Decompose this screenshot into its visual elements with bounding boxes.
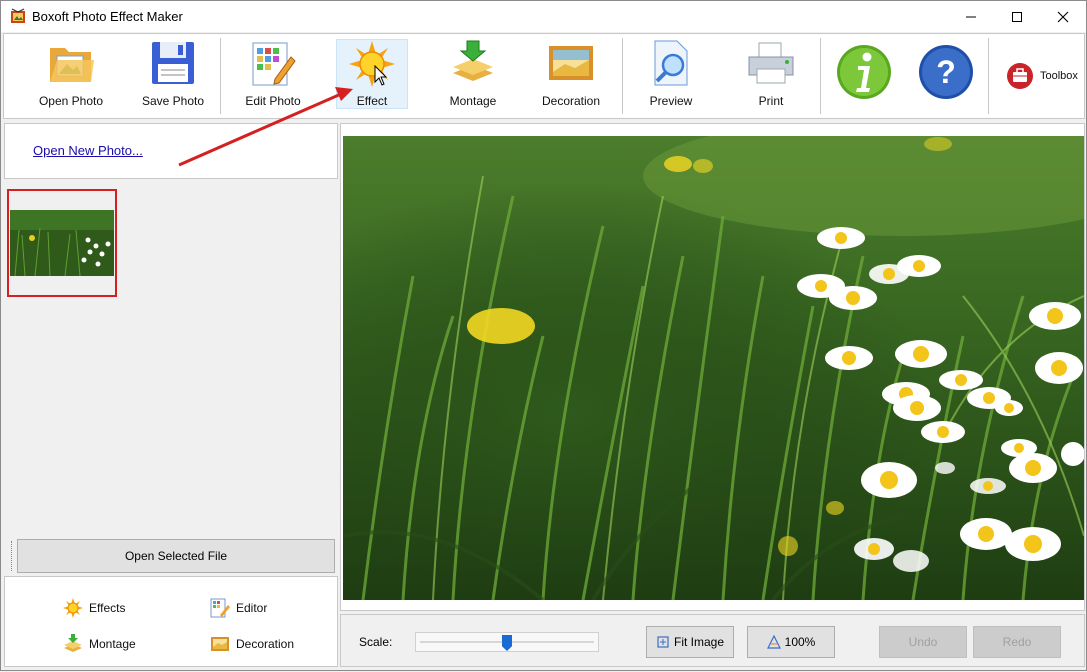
edit-photo-button[interactable]: Edit Photo: [236, 38, 310, 110]
thumbnail-list: [4, 181, 338, 536]
fit-image-label: Fit Image: [673, 635, 724, 649]
montage-label: Montage: [449, 94, 497, 108]
decoration-shortcut-label: Decoration: [236, 637, 295, 651]
close-icon: [1057, 11, 1069, 22]
montage-icon: [453, 40, 493, 81]
toolbox-button[interactable]: Toolbox: [1006, 62, 1078, 90]
montage-button[interactable]: Montage: [436, 38, 510, 110]
effects-shortcut-label: Effects: [89, 601, 126, 615]
app-logo-icon: [11, 8, 25, 23]
zoom-100-button[interactable]: 100%: [747, 626, 835, 658]
sun-icon: [349, 41, 395, 87]
zoom-actual-size-icon: [766, 635, 781, 649]
preview-label: Preview: [649, 94, 693, 108]
fit-image-button[interactable]: Fit Image: [646, 626, 734, 658]
close-button[interactable]: [1040, 1, 1086, 32]
open-selected-file-button[interactable]: Open Selected File: [17, 539, 335, 573]
panel-splitter: [11, 541, 12, 571]
fit-image-icon: [657, 636, 669, 648]
open-photo-label: Open Photo: [38, 94, 104, 108]
image-viewer: [340, 123, 1085, 611]
maximize-icon: [1012, 11, 1022, 22]
picture-frame-icon: [211, 637, 229, 651]
edit-photo-icon: [252, 42, 296, 86]
help-icon: ?: [919, 45, 973, 99]
zoom-bar: Scale: Fit Image 100% Undo Redo: [340, 614, 1085, 667]
toolbox-icon: [1007, 63, 1033, 89]
effect-button[interactable]: Effect: [336, 39, 408, 109]
minimize-button[interactable]: [948, 1, 994, 32]
title-bar: Boxoft Photo Effect Maker: [1, 1, 1086, 32]
decoration-label: Decoration: [541, 94, 601, 108]
scale-slider[interactable]: [415, 632, 599, 652]
folder-open-icon: [50, 48, 94, 82]
magnifier-document-icon: [654, 40, 688, 86]
toolbar-separator: [820, 38, 821, 114]
info-icon: [837, 45, 891, 99]
open-new-photo-link[interactable]: Open New Photo...: [33, 143, 143, 158]
maximize-button[interactable]: [994, 1, 1040, 32]
effects-shortcut[interactable]: Effects: [63, 598, 125, 618]
preview-button[interactable]: Preview: [634, 38, 708, 110]
picture-frame-icon: [549, 46, 593, 80]
window-title: Boxoft Photo Effect Maker: [32, 9, 183, 24]
shortcut-panel: Effects Editor Montage Decoration: [4, 576, 338, 667]
app-window: Boxoft Photo Effect Maker Open Photo Sav…: [0, 0, 1087, 671]
toolbar-separator: [988, 38, 989, 114]
decoration-shortcut[interactable]: Decoration: [210, 634, 294, 654]
slider-thumb[interactable]: [502, 635, 512, 651]
save-photo-button[interactable]: Save Photo: [136, 38, 210, 110]
svg-text:?: ?: [936, 54, 956, 90]
photo-thumbnail-selected[interactable]: [7, 189, 117, 297]
redo-button[interactable]: Redo: [973, 626, 1061, 658]
montage-shortcut-label: Montage: [89, 637, 136, 651]
sun-icon: [63, 598, 83, 618]
montage-shortcut[interactable]: Montage: [63, 634, 136, 654]
scale-label: Scale:: [359, 635, 393, 649]
help-button[interactable]: ?: [916, 44, 976, 116]
zoom-100-label: 100%: [784, 635, 816, 649]
save-photo-label: Save Photo: [141, 94, 205, 108]
toolbox-label: Toolbox: [1040, 70, 1078, 82]
montage-icon: [64, 634, 82, 652]
main-toolbar: Open Photo Save Photo Edit Photo Effect …: [3, 33, 1085, 119]
info-button[interactable]: [834, 44, 894, 116]
edit-photo-label: Edit Photo: [245, 94, 301, 108]
toolbar-separator: [220, 38, 221, 114]
open-photo-panel: Open New Photo...: [4, 123, 338, 179]
print-button[interactable]: Print: [734, 38, 808, 110]
effect-label: Effect: [356, 94, 388, 108]
floppy-disk-icon: [152, 42, 194, 84]
toolbar-separator: [622, 38, 623, 114]
editor-shortcut[interactable]: Editor: [210, 598, 267, 618]
editor-shortcut-label: Editor: [236, 601, 268, 615]
undo-button[interactable]: Undo: [879, 626, 967, 658]
printer-icon: [748, 42, 794, 84]
minimize-icon: [966, 16, 976, 17]
edit-photo-icon: [210, 598, 230, 618]
print-label: Print: [758, 94, 784, 108]
thumbnail-image: [10, 210, 114, 276]
main-photo[interactable]: [343, 136, 1084, 600]
open-photo-button[interactable]: Open Photo: [34, 38, 108, 110]
decoration-button[interactable]: Decoration: [534, 38, 608, 110]
